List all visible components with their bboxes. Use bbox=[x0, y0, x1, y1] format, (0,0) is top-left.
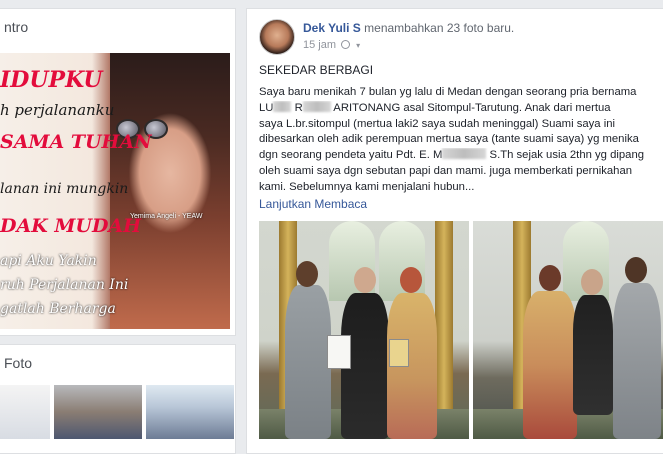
bride-head bbox=[539, 265, 561, 291]
post-title: SEKEDAR BERBAGI bbox=[259, 63, 374, 77]
post-text: R bbox=[294, 101, 303, 114]
intro-title: ntro bbox=[4, 19, 29, 35]
post-text: S.Th sejak usia 2thn yg dipang bbox=[489, 149, 645, 162]
groom-figure bbox=[285, 285, 331, 439]
cover-text-6: api Aku Yakin bbox=[0, 253, 97, 269]
post-header: Dek Yuli S menambahkan 23 foto baru. bbox=[303, 21, 514, 35]
groom-head bbox=[625, 257, 647, 283]
post-line: oleh suami saya dgn sebutan papi dan mam… bbox=[259, 164, 633, 177]
cover-text-8: gatlah Berharga bbox=[0, 301, 116, 317]
intro-card: ntro IDUPKU h perjalananku SAMA TUHAN la… bbox=[0, 8, 236, 336]
cover-text-4: lanan ini mungkin bbox=[0, 181, 129, 197]
post-text: ARITONANG asal Sitompul-Tarutung. Anak d… bbox=[333, 101, 611, 114]
globe-icon[interactable] bbox=[341, 40, 351, 49]
post-text: dgn seorang pendeta yaitu Pdt. E. M bbox=[259, 149, 443, 162]
blurred-text bbox=[302, 100, 331, 112]
photos-title[interactable]: Foto bbox=[4, 355, 32, 371]
cover-text-2: h perjalananku bbox=[0, 101, 115, 119]
post-line: LU R ARITONANG asal Sitompul-Tarutung. A… bbox=[259, 100, 663, 117]
photo-thumbnail[interactable] bbox=[0, 385, 50, 439]
intro-cover-image[interactable]: IDUPKU h perjalananku SAMA TUHAN lanan i… bbox=[0, 53, 230, 329]
post-timestamp[interactable]: 15 jam bbox=[303, 39, 336, 51]
certificate bbox=[327, 335, 351, 369]
post-photo[interactable] bbox=[473, 221, 663, 439]
cover-text-7: ruh Perjalanan Ini bbox=[0, 277, 129, 293]
post-line: saya L.br.sitompul (mertua laki2 saya su… bbox=[259, 117, 616, 130]
bride-head bbox=[400, 267, 422, 293]
post-meta: 15 jam ▾ bbox=[303, 39, 360, 51]
pastor-head bbox=[581, 269, 603, 295]
groom-figure bbox=[613, 283, 661, 439]
cover-text-5: DAK MUDAH bbox=[0, 215, 142, 237]
pastor-head bbox=[354, 267, 376, 293]
post-body: Saya baru menikah 7 bulan yg lalu di Med… bbox=[259, 85, 663, 196]
post-line: dibesarkan oleh adik perempuan mertua sa… bbox=[259, 133, 639, 146]
church-pillar bbox=[435, 221, 453, 421]
bride-figure bbox=[523, 291, 577, 439]
certificate bbox=[389, 339, 409, 367]
post-line: dgn seorang pendeta yaitu Pdt. E. M S.Th… bbox=[259, 148, 663, 164]
left-column: ntro IDUPKU h perjalananku SAMA TUHAN la… bbox=[0, 0, 236, 454]
groom-head bbox=[296, 261, 318, 287]
post-line: kami. Sebelumnya kami menjalani hubun... bbox=[259, 180, 475, 193]
blurred-text bbox=[442, 148, 487, 160]
author-avatar[interactable] bbox=[259, 19, 295, 55]
post-line: Saya baru menikah 7 bulan yg lalu di Med… bbox=[259, 86, 637, 98]
photo-thumbnail[interactable] bbox=[146, 385, 234, 439]
post-action-text: menambahkan 23 foto baru. bbox=[360, 21, 515, 35]
author-name-link[interactable]: Dek Yuli S bbox=[303, 21, 361, 35]
blurred-text bbox=[273, 100, 292, 112]
read-more-link[interactable]: Lanjutkan Membaca bbox=[259, 197, 367, 211]
pastor-figure bbox=[573, 295, 613, 415]
post-text: LU bbox=[259, 101, 274, 114]
cover-text-3: SAMA TUHAN bbox=[0, 131, 152, 153]
cover-text-1: IDUPKU bbox=[0, 67, 103, 93]
photo-thumbnail[interactable] bbox=[54, 385, 142, 439]
photos-card: Foto bbox=[0, 344, 236, 454]
cover-watermark: Yemima Angeli - YEAW bbox=[130, 213, 203, 220]
feed-post: Dek Yuli S menambahkan 23 foto baru. 15 … bbox=[246, 8, 663, 454]
post-photo[interactable] bbox=[259, 221, 469, 439]
chevron-down-icon[interactable]: ▾ bbox=[356, 41, 360, 50]
